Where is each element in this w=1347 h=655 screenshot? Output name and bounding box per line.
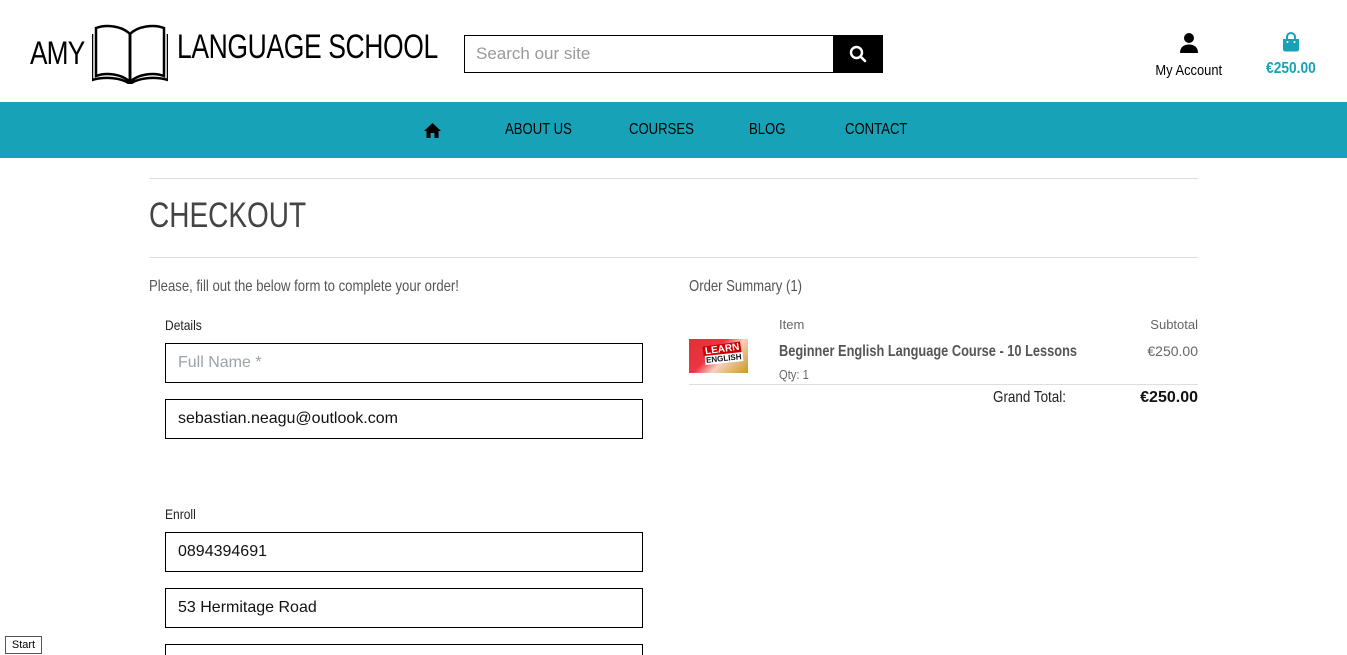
full-name-input[interactable] — [166, 344, 642, 382]
nav-blog-label: BLOG — [749, 121, 786, 138]
search-input[interactable] — [465, 36, 833, 72]
email-field — [165, 399, 643, 439]
order-item-name: Beginner English Language Course - 10 Le… — [779, 343, 1078, 360]
nav-home[interactable] — [423, 102, 442, 158]
page-title: CHECKOUT — [149, 196, 307, 235]
order-summary-title: Order Summary (1) — [689, 278, 802, 295]
details-label: Details — [165, 317, 202, 333]
site-header: AMY LANGUAGE SCHOOL My Account — [0, 0, 1347, 102]
full-name-field — [165, 343, 643, 383]
main-nav: ABOUT US COURSES BLOG CONTACT — [0, 102, 1347, 158]
course-thumbnail: LEARN ENGLISH — [689, 339, 748, 373]
divider-title — [149, 257, 1198, 258]
address-field — [165, 588, 643, 628]
logo-text-amy: AMY — [30, 34, 85, 71]
start-button[interactable]: Start — [5, 636, 42, 654]
phone-input[interactable] — [166, 533, 642, 571]
book-logo-icon — [92, 24, 168, 84]
logo-text-school: LANGUAGE SCHOOL — [177, 28, 438, 66]
enroll-label: Enroll — [165, 506, 196, 522]
nav-contact[interactable]: CONTACT — [845, 102, 921, 158]
grand-total-value: €250.00 — [1140, 389, 1198, 406]
summary-col-subtotal: Subtotal — [1150, 317, 1198, 332]
address-input[interactable] — [166, 589, 642, 627]
my-account-link[interactable]: My Account — [1150, 32, 1228, 80]
search-icon — [849, 45, 866, 63]
nav-about-us[interactable]: ABOUT US — [505, 102, 587, 158]
site-search — [464, 35, 883, 73]
home-icon — [424, 122, 441, 138]
order-item-qty: Qty: 1 — [779, 367, 809, 382]
site-logo[interactable]: AMY LANGUAGE SCHOOL — [30, 22, 438, 84]
search-button[interactable] — [833, 36, 882, 72]
nav-blog[interactable]: BLOG — [749, 102, 793, 158]
nav-about-us-label: ABOUT US — [505, 121, 572, 138]
divider-top — [149, 178, 1198, 179]
next-input[interactable] — [166, 645, 642, 655]
user-icon — [1180, 33, 1198, 53]
order-item-subtotal: €250.00 — [1147, 343, 1198, 359]
form-instructions: Please, fill out the below form to compl… — [149, 278, 459, 295]
email-input[interactable] — [166, 400, 642, 438]
phone-field — [165, 532, 643, 572]
next-field — [165, 644, 643, 655]
summary-divider — [689, 384, 1198, 385]
nav-courses-label: COURSES — [629, 121, 694, 138]
nav-contact-label: CONTACT — [845, 121, 908, 138]
shopping-bag-icon — [1283, 31, 1299, 52]
summary-col-item: Item — [779, 317, 805, 332]
nav-courses[interactable]: COURSES — [629, 102, 708, 158]
account-label: My Account — [1155, 62, 1223, 79]
cart-total: €250.00 — [1266, 60, 1316, 77]
cart-link[interactable]: €250.00 — [1258, 31, 1324, 78]
grand-total-label: Grand Total: — [993, 389, 1066, 406]
